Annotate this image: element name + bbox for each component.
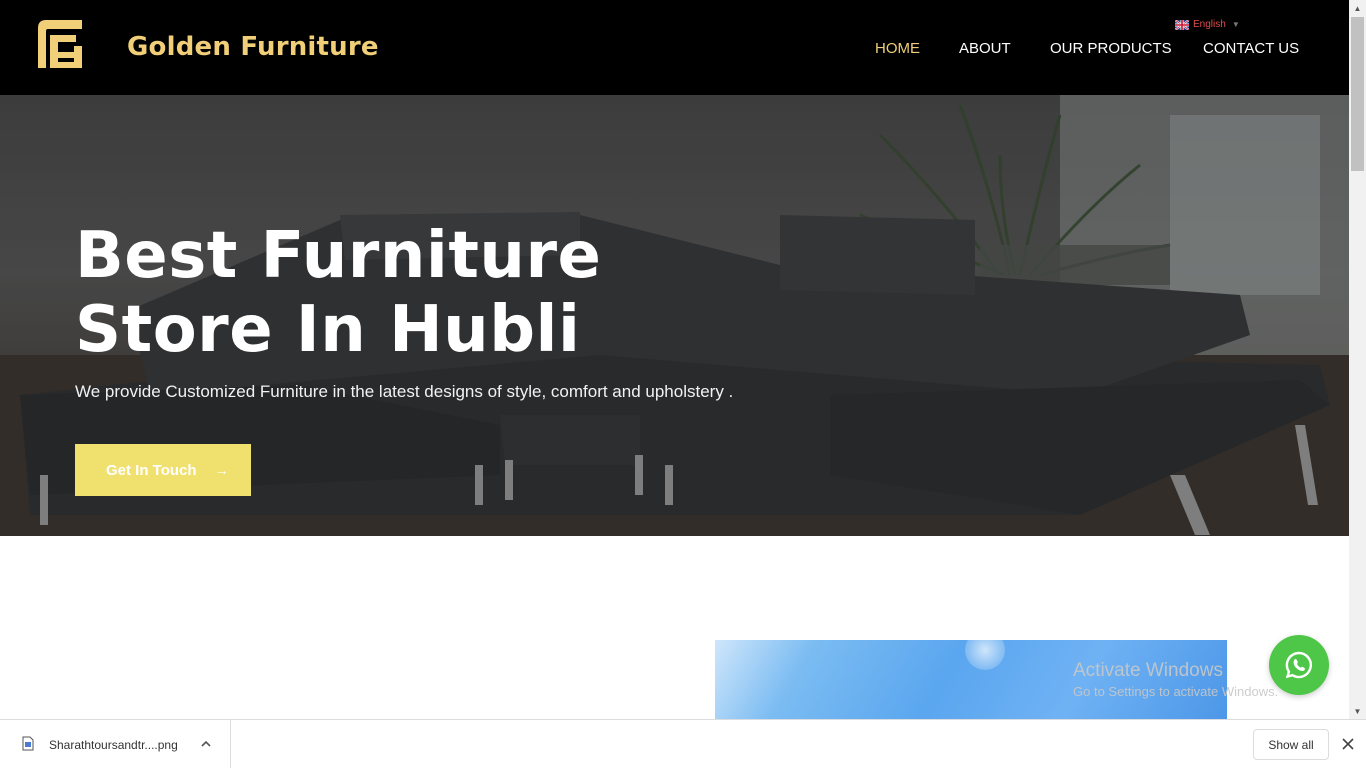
chevron-down-icon: ▼ (1231, 20, 1240, 29)
hero-title-line-2: Store In Hubli (75, 293, 581, 367)
scroll-up-arrow-icon[interactable]: ▲ (1349, 0, 1366, 17)
site-header: Golden Furniture English ▼ HOME ABOUT OU… (0, 0, 1349, 95)
sun-glare (965, 640, 1005, 670)
language-selector[interactable]: English ▼ (1175, 19, 1240, 30)
nav-our-products[interactable]: OUR PRODUCTS (1050, 40, 1172, 57)
whatsapp-icon (1285, 651, 1312, 679)
uk-flag-icon (1175, 19, 1189, 30)
page: Golden Furniture English ▼ HOME ABOUT OU… (0, 0, 1366, 768)
activate-windows-title: Activate Windows (1073, 660, 1223, 681)
activate-windows-subtitle: Go to Settings to activate Windows. (1073, 684, 1279, 699)
close-icon[interactable] (1340, 736, 1356, 752)
hero-title-line-1: Best Furniture (75, 219, 602, 293)
download-bar: Sharathtoursandtr....png Show all (0, 719, 1366, 768)
language-label: English (1193, 19, 1226, 30)
nav-home[interactable]: HOME (875, 40, 920, 57)
get-in-touch-label: Get In Touch (106, 461, 197, 479)
file-icon (22, 736, 34, 751)
nav-contact-us[interactable]: CONTACT US (1203, 40, 1299, 57)
chevron-up-icon[interactable] (198, 736, 214, 752)
show-all-button[interactable]: Show all (1253, 729, 1329, 760)
activate-windows-watermark: Activate Windows Go to Settings to activ… (1073, 660, 1278, 699)
download-file-name: Sharathtoursandtr....png (49, 738, 178, 752)
hero-subtitle: We provide Customized Furniture in the l… (75, 382, 734, 401)
whatsapp-button[interactable] (1269, 635, 1329, 695)
scroll-thumb[interactable] (1351, 17, 1364, 171)
get-in-touch-button[interactable]: Get In Touch → (75, 444, 251, 496)
download-item[interactable]: Sharathtoursandtr....png (0, 720, 231, 768)
page-scrollbar[interactable]: ▲ ▼ (1349, 0, 1366, 720)
nav-about[interactable]: ABOUT (959, 40, 1011, 57)
hero-title: Best Furniture Store In Hubli (75, 219, 601, 367)
main-nav: HOME ABOUT OUR PRODUCTS CONTACT US (0, 40, 1349, 60)
hero-section: Best Furniture Store In Hubli We provide… (0, 95, 1349, 536)
scroll-down-arrow-icon[interactable]: ▼ (1349, 703, 1366, 720)
arrow-right-icon: → (214, 462, 229, 478)
